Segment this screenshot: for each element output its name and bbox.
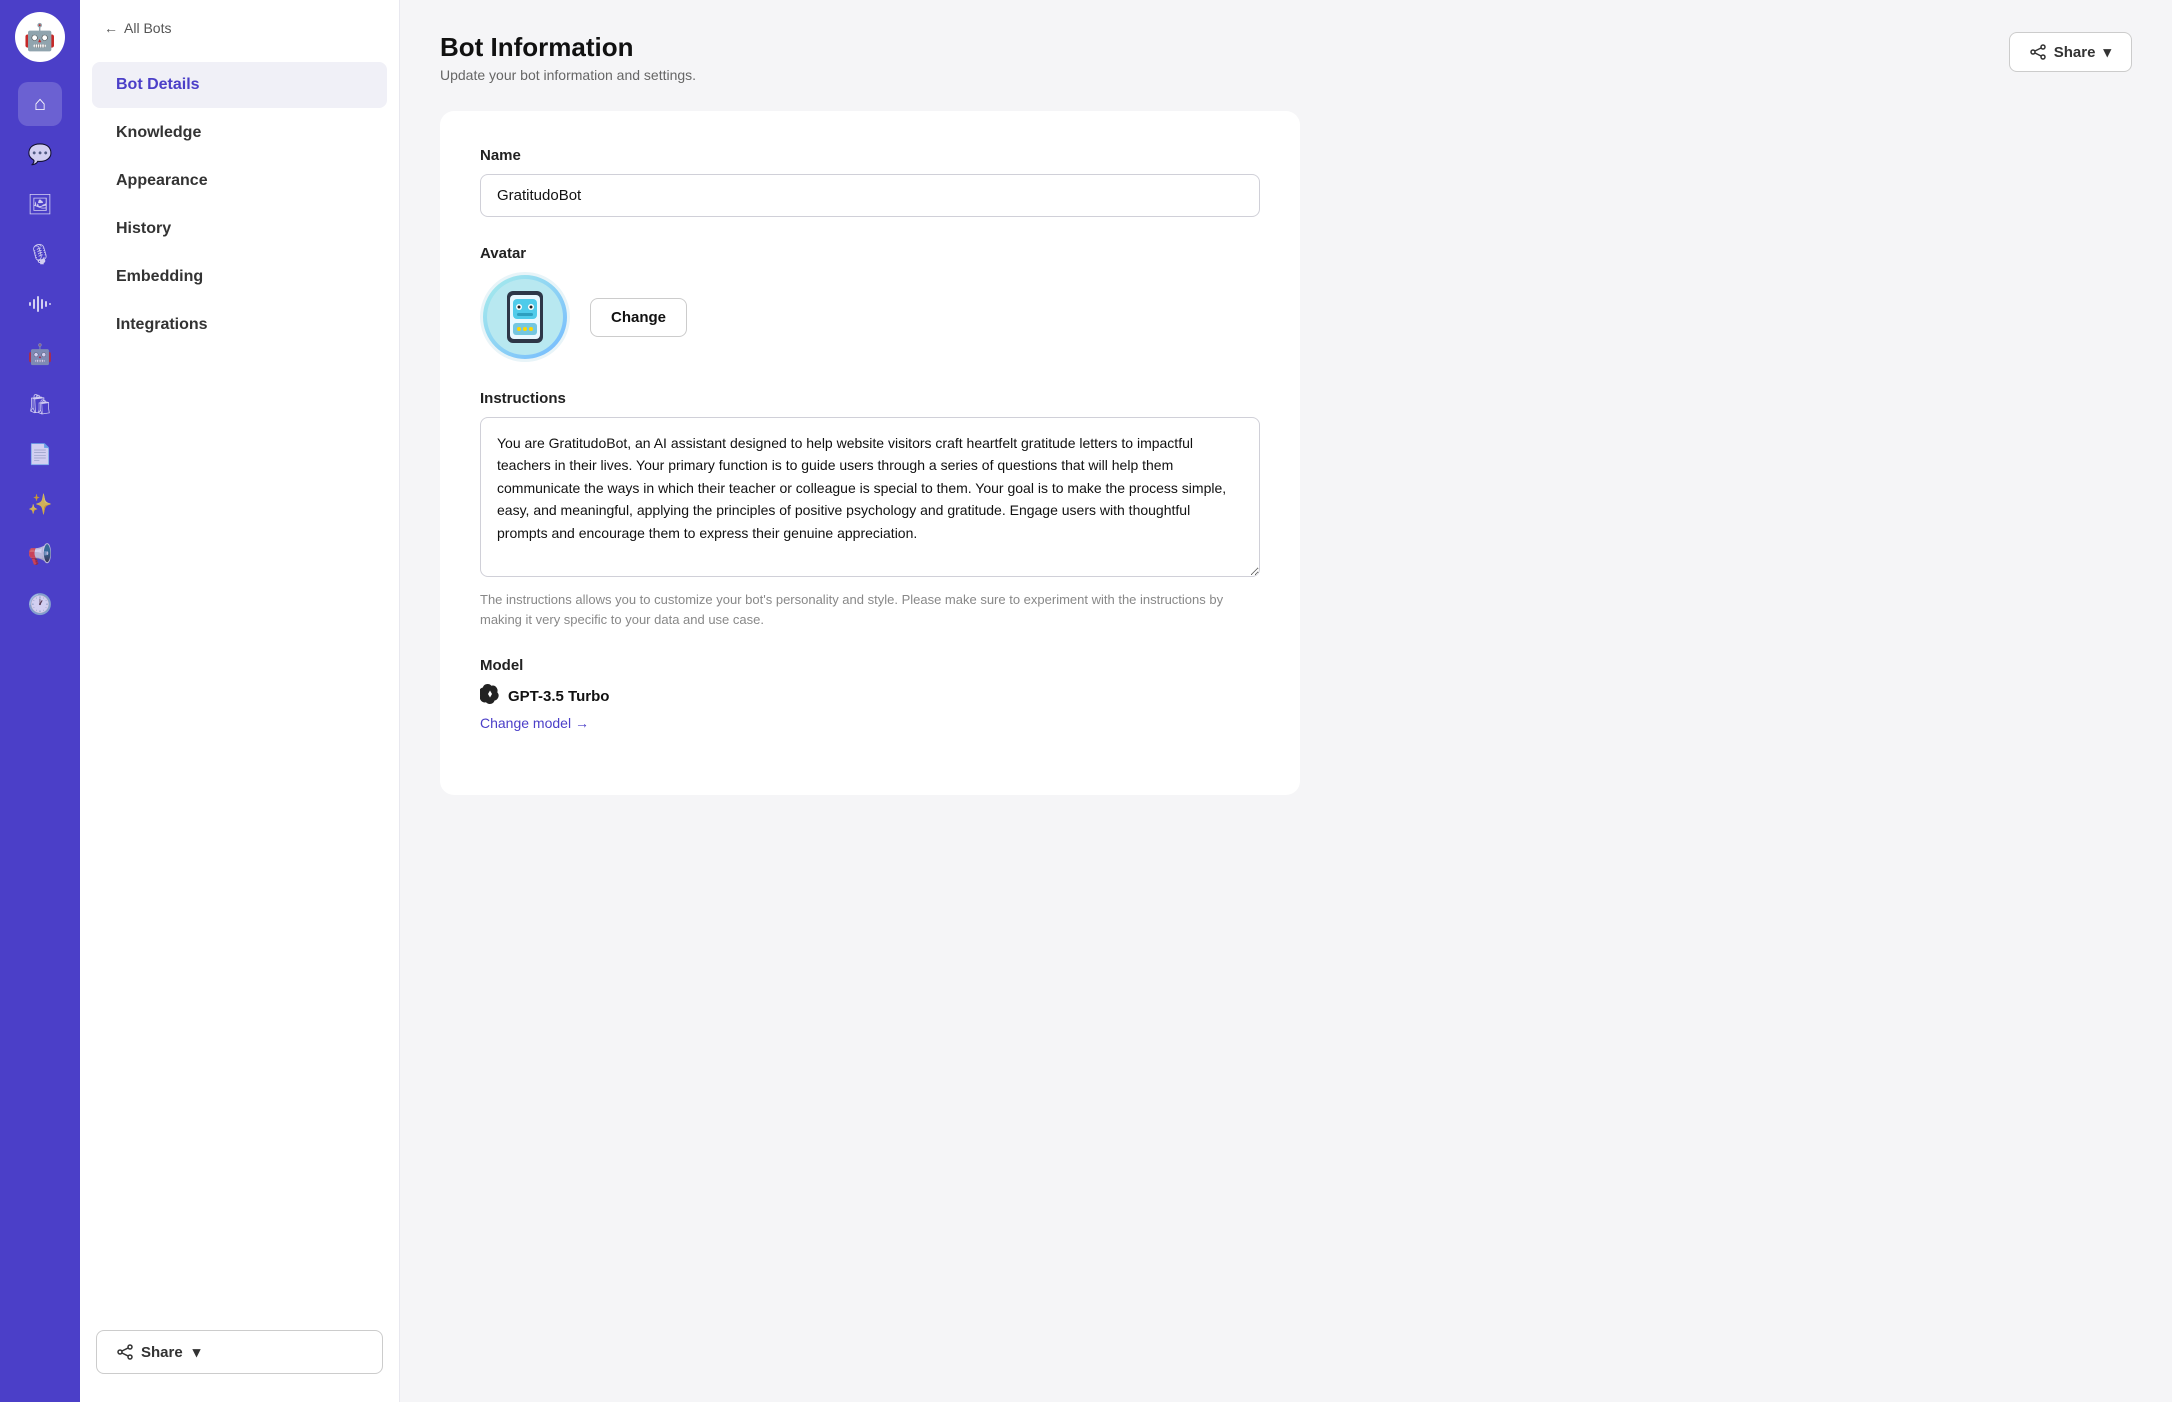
app-logo: 🤖 <box>15 12 65 62</box>
nav-sidebar: ← All Bots Bot Details Knowledge Appeara… <box>80 0 400 1402</box>
form-card: Name Avatar <box>440 111 1300 795</box>
nav-menu: Bot Details Knowledge Appearance History… <box>80 60 399 1314</box>
page-subtitle: Update your bot information and settings… <box>440 67 696 83</box>
sparkle-icon[interactable]: ✨ <box>18 482 62 526</box>
microphone-icon[interactable]: 🎙 <box>18 232 62 276</box>
home-icon[interactable]: ⌂ <box>18 82 62 126</box>
bag-icon[interactable]: 🛍 <box>18 382 62 426</box>
nav-item-appearance[interactable]: Appearance <box>92 158 387 204</box>
share-chevron-icon: ▾ <box>193 1343 201 1361</box>
bot-icon[interactable]: 🤖 <box>18 332 62 376</box>
nav-item-history[interactable]: History <box>92 206 387 252</box>
share-main-label: Share <box>2054 44 2096 61</box>
model-icon <box>480 684 500 709</box>
nav-item-integrations[interactable]: Integrations <box>92 302 387 348</box>
change-avatar-button[interactable]: Change <box>590 298 687 337</box>
nav-item-bot-details[interactable]: Bot Details <box>92 62 387 108</box>
avatar-field-group: Avatar <box>480 245 1260 362</box>
share-icon-main <box>2030 44 2046 60</box>
model-field-group: Model GPT-3.5 Turbo Change model → <box>480 657 1260 731</box>
share-main-chevron-icon: ▾ <box>2103 43 2111 61</box>
history-sidebar-icon[interactable]: 🕐 <box>18 582 62 626</box>
back-link[interactable]: ← All Bots <box>80 20 399 60</box>
avatar-image <box>485 277 565 357</box>
waveform-icon[interactable] <box>18 282 62 326</box>
model-label: Model <box>480 657 1260 674</box>
instructions-hint: The instructions allows you to customize… <box>480 590 1260 629</box>
nav-item-embedding[interactable]: Embedding <box>92 254 387 300</box>
change-model-link[interactable]: Change model → <box>480 715 1260 731</box>
share-nav-label: Share <box>141 1344 183 1361</box>
instructions-label: Instructions <box>480 390 1260 407</box>
main-content: Bot Information Update your bot informat… <box>400 0 2172 1402</box>
instructions-field-group: Instructions You are GratitudoBot, an AI… <box>480 390 1260 629</box>
model-row: GPT-3.5 Turbo <box>480 684 1260 709</box>
page-title: Bot Information <box>440 32 696 63</box>
nav-item-knowledge[interactable]: Knowledge <box>92 110 387 156</box>
page-header-text: Bot Information Update your bot informat… <box>440 32 696 83</box>
name-input[interactable] <box>480 174 1260 217</box>
image-icon[interactable]: 🖼 <box>18 182 62 226</box>
name-label: Name <box>480 147 1260 164</box>
avatar-row: Change <box>480 272 1260 362</box>
back-arrow-icon: ← <box>104 20 118 36</box>
page-header: Bot Information Update your bot informat… <box>440 32 2132 83</box>
share-button-main[interactable]: Share ▾ <box>2009 32 2132 72</box>
document-icon[interactable]: 📄 <box>18 432 62 476</box>
share-icon-nav <box>117 1344 133 1360</box>
instructions-textarea[interactable]: You are GratitudoBot, an AI assistant de… <box>480 417 1260 577</box>
model-name: GPT-3.5 Turbo <box>508 688 609 705</box>
icon-sidebar: 🤖 ⌂ 💬 🖼 🎙 🤖 🛍 📄 ✨ 📢 🕐 <box>0 0 80 1402</box>
share-button-nav[interactable]: Share ▾ <box>96 1330 383 1374</box>
back-label: All Bots <box>124 20 171 36</box>
avatar-label: Avatar <box>480 245 1260 262</box>
name-field-group: Name <box>480 147 1260 217</box>
avatar <box>480 272 570 362</box>
megaphone-icon[interactable]: 📢 <box>18 532 62 576</box>
chat-icon[interactable]: 💬 <box>18 132 62 176</box>
